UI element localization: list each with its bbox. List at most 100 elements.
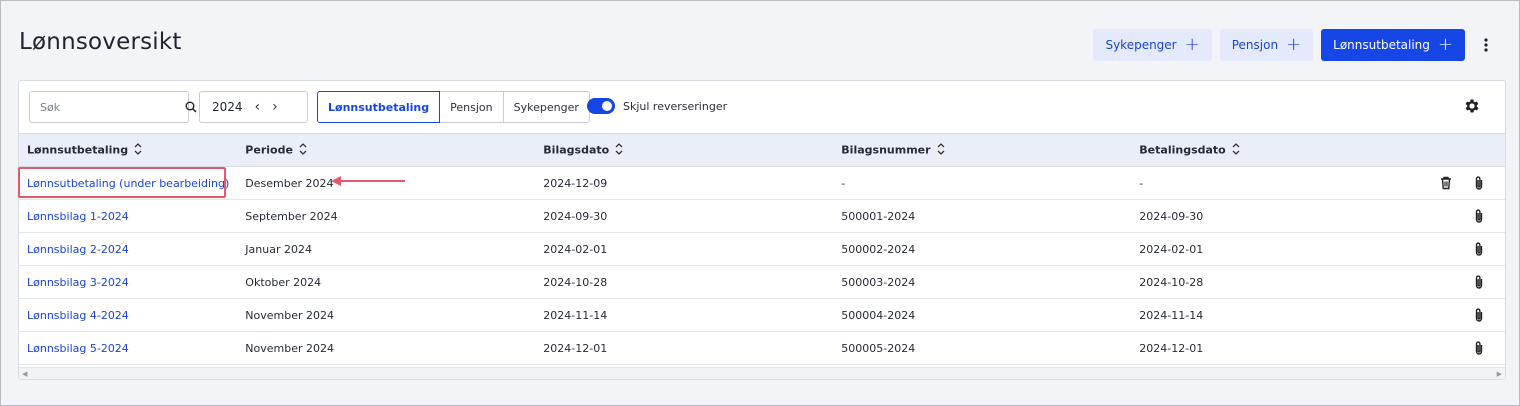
add-sykepenger-label: Sykepenger <box>1105 38 1177 52</box>
voucher-date-cell: 2024-12-09 <box>543 176 608 190</box>
window-frame: Lønnsoversikt Sykepenger + Pensjon + Løn… <box>0 0 1520 406</box>
horizontal-scrollbar[interactable]: ◀ ▶ <box>19 367 1505 379</box>
column-label: Betalingsdato <box>1139 143 1226 156</box>
column-header[interactable]: Bilagsdato <box>535 133 834 167</box>
period-cell: November 2024 <box>245 341 335 355</box>
search-input[interactable] <box>40 100 185 114</box>
period-cell: Januar 2024 <box>245 242 312 256</box>
hide-reversals-toggle[interactable] <box>587 98 615 114</box>
type-filter: Lønnsutbetaling Pensjon Sykepenger <box>317 91 590 123</box>
table-row: Lønnsbilag 5-2024 November 2024 2024-12-… <box>19 332 1505 365</box>
plus-icon: + <box>1286 34 1302 55</box>
search-icon[interactable] <box>185 98 197 117</box>
payroll-table: Lønnsutbetaling Periode Bilagsdato Bilag… <box>19 133 1505 365</box>
payment-date-cell: 2024-02-01 <box>1139 242 1204 256</box>
column-header[interactable]: Periode <box>237 133 536 167</box>
voucher-date-cell: 2024-12-01 <box>543 341 608 355</box>
add-lonnsutbetaling-button[interactable]: Lønnsutbetaling + <box>1321 29 1465 61</box>
hide-reversals-label: Skjul reverseringer <box>623 99 728 113</box>
sort-icon[interactable] <box>134 142 142 159</box>
paperclip-icon[interactable] <box>1471 274 1487 290</box>
header-actions: Sykepenger + Pensjon + Lønnsutbetaling + <box>1093 29 1499 61</box>
paperclip-icon[interactable] <box>1471 175 1487 191</box>
column-label: Bilagsdato <box>543 143 610 156</box>
table-row: Lønnsbilag 3-2024 Oktober 2024 2024-10-2… <box>19 266 1505 299</box>
actions-header <box>1411 133 1505 167</box>
paperclip-icon[interactable] <box>1471 208 1487 224</box>
payment-date-cell: - <box>1139 176 1144 190</box>
payroll-link[interactable]: Lønnsbilag 4-2024 <box>27 309 129 322</box>
filter-lonnsutbetaling[interactable]: Lønnsutbetaling <box>317 91 441 123</box>
payment-date-cell: 2024-11-14 <box>1139 308 1204 322</box>
voucher-number-cell: 500001-2024 <box>841 209 916 223</box>
payroll-link[interactable]: Lønnsbilag 5-2024 <box>27 342 129 355</box>
chevron-right-icon[interactable]: › <box>272 99 278 115</box>
row-actions <box>1411 200 1505 233</box>
add-pensjon-button[interactable]: Pensjon + <box>1219 29 1314 61</box>
row-actions <box>1411 299 1505 332</box>
search-box <box>29 91 197 123</box>
page-title: Lønnsoversikt <box>19 29 182 55</box>
filter-sykepenger[interactable]: Sykepenger <box>503 91 590 123</box>
hide-reversals-control: Skjul reverseringer <box>587 98 727 114</box>
period-cell: Oktober 2024 <box>245 275 322 289</box>
sort-icon[interactable] <box>937 142 945 159</box>
voucher-number-cell: 500004-2024 <box>841 308 916 322</box>
sort-icon[interactable] <box>1232 142 1240 159</box>
toolbar: 2024 ‹ › Lønnsutbetaling Pensjon Sykepen… <box>19 81 1505 133</box>
column-header[interactable]: Betalingsdato <box>1131 133 1412 167</box>
paperclip-icon[interactable] <box>1471 241 1487 257</box>
payroll-link[interactable]: Lønnsutbetaling (under bearbeiding) <box>27 177 229 190</box>
table-row: Lønnsutbetaling (under bearbeiding) Dese… <box>19 167 1505 200</box>
row-actions <box>1411 233 1505 266</box>
voucher-date-cell: 2024-10-28 <box>543 275 608 289</box>
column-header[interactable]: Bilagsnummer <box>833 133 1132 167</box>
period-cell: September 2024 <box>245 209 338 223</box>
table-row: Lønnsbilag 1-2024 September 2024 2024-09… <box>19 200 1505 233</box>
payroll-link[interactable]: Lønnsbilag 2-2024 <box>27 243 129 256</box>
voucher-date-cell: 2024-02-01 <box>543 242 608 256</box>
plus-icon: + <box>1184 34 1200 55</box>
row-actions <box>1411 332 1505 365</box>
voucher-number-cell: - <box>841 176 846 190</box>
more-vertical-icon[interactable] <box>1473 29 1499 61</box>
year-value: 2024 <box>212 100 243 114</box>
column-label: Periode <box>245 143 293 156</box>
paperclip-icon[interactable] <box>1471 340 1487 356</box>
voucher-number-cell: 500005-2024 <box>841 341 916 355</box>
add-sykepenger-button[interactable]: Sykepenger + <box>1093 29 1212 61</box>
voucher-date-cell: 2024-09-30 <box>543 209 608 223</box>
payment-date-cell: 2024-10-28 <box>1139 275 1204 289</box>
add-pensjon-label: Pensjon <box>1231 38 1279 52</box>
table-row: Lønnsbilag 4-2024 November 2024 2024-11-… <box>19 299 1505 332</box>
row-actions <box>1411 167 1505 200</box>
sort-icon[interactable] <box>615 142 623 159</box>
row-actions <box>1411 266 1505 299</box>
payroll-card: 2024 ‹ › Lønnsutbetaling Pensjon Sykepen… <box>18 80 1506 380</box>
payment-date-cell: 2024-09-30 <box>1139 209 1204 223</box>
payroll-link[interactable]: Lønnsbilag 3-2024 <box>27 276 129 289</box>
trash-icon[interactable] <box>1438 175 1454 191</box>
paperclip-icon[interactable] <box>1471 307 1487 323</box>
filter-pensjon[interactable]: Pensjon <box>440 91 504 123</box>
voucher-date-cell: 2024-11-14 <box>543 308 608 322</box>
period-cell: November 2024 <box>245 308 335 322</box>
payroll-link[interactable]: Lønnsbilag 1-2024 <box>27 210 129 223</box>
annotation-arrow-icon <box>331 176 405 186</box>
scroll-left-icon[interactable]: ◀ <box>22 370 27 378</box>
sort-icon[interactable] <box>299 142 307 159</box>
scroll-right-icon[interactable]: ▶ <box>1497 370 1502 378</box>
voucher-number-cell: 500002-2024 <box>841 242 916 256</box>
chevron-left-icon[interactable]: ‹ <box>255 99 261 115</box>
voucher-number-cell: 500003-2024 <box>841 275 916 289</box>
payment-date-cell: 2024-12-01 <box>1139 341 1204 355</box>
table-header-row: Lønnsutbetaling Periode Bilagsdato Bilag… <box>19 133 1505 167</box>
column-label: Lønnsutbetaling <box>27 143 129 156</box>
year-picker: 2024 ‹ › <box>199 91 308 123</box>
column-label: Bilagsnummer <box>841 143 931 156</box>
gear-icon[interactable] <box>1463 97 1481 115</box>
table-row: Lønnsbilag 2-2024 Januar 2024 2024-02-01… <box>19 233 1505 266</box>
add-lonnsutbetaling-label: Lønnsutbetaling <box>1333 38 1430 52</box>
plus-icon: + <box>1437 34 1453 55</box>
column-header[interactable]: Lønnsutbetaling <box>19 133 238 167</box>
